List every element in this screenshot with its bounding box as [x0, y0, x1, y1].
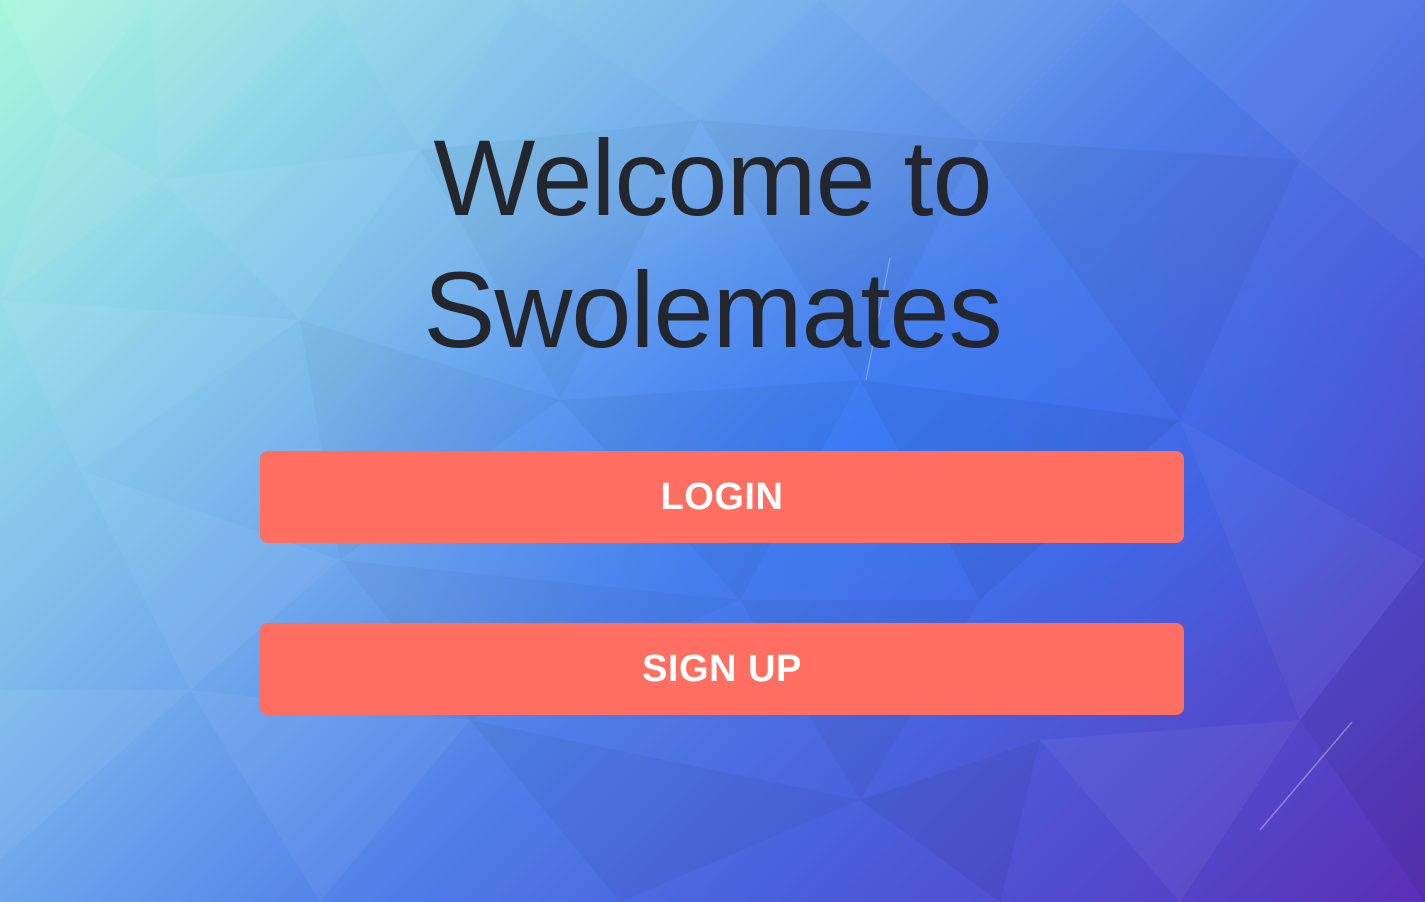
login-button[interactable]: LOGIN [260, 451, 1184, 543]
app-name: Swolemates [423, 249, 1002, 370]
sign-up-button-label: SIGN UP [642, 647, 802, 690]
login-button-label: LOGIN [660, 475, 784, 518]
sign-up-button[interactable]: SIGN UP [260, 623, 1184, 715]
welcome-heading-line1: Welcome to [433, 117, 992, 238]
welcome-heading: Welcome to Swolemates [0, 112, 1425, 376]
